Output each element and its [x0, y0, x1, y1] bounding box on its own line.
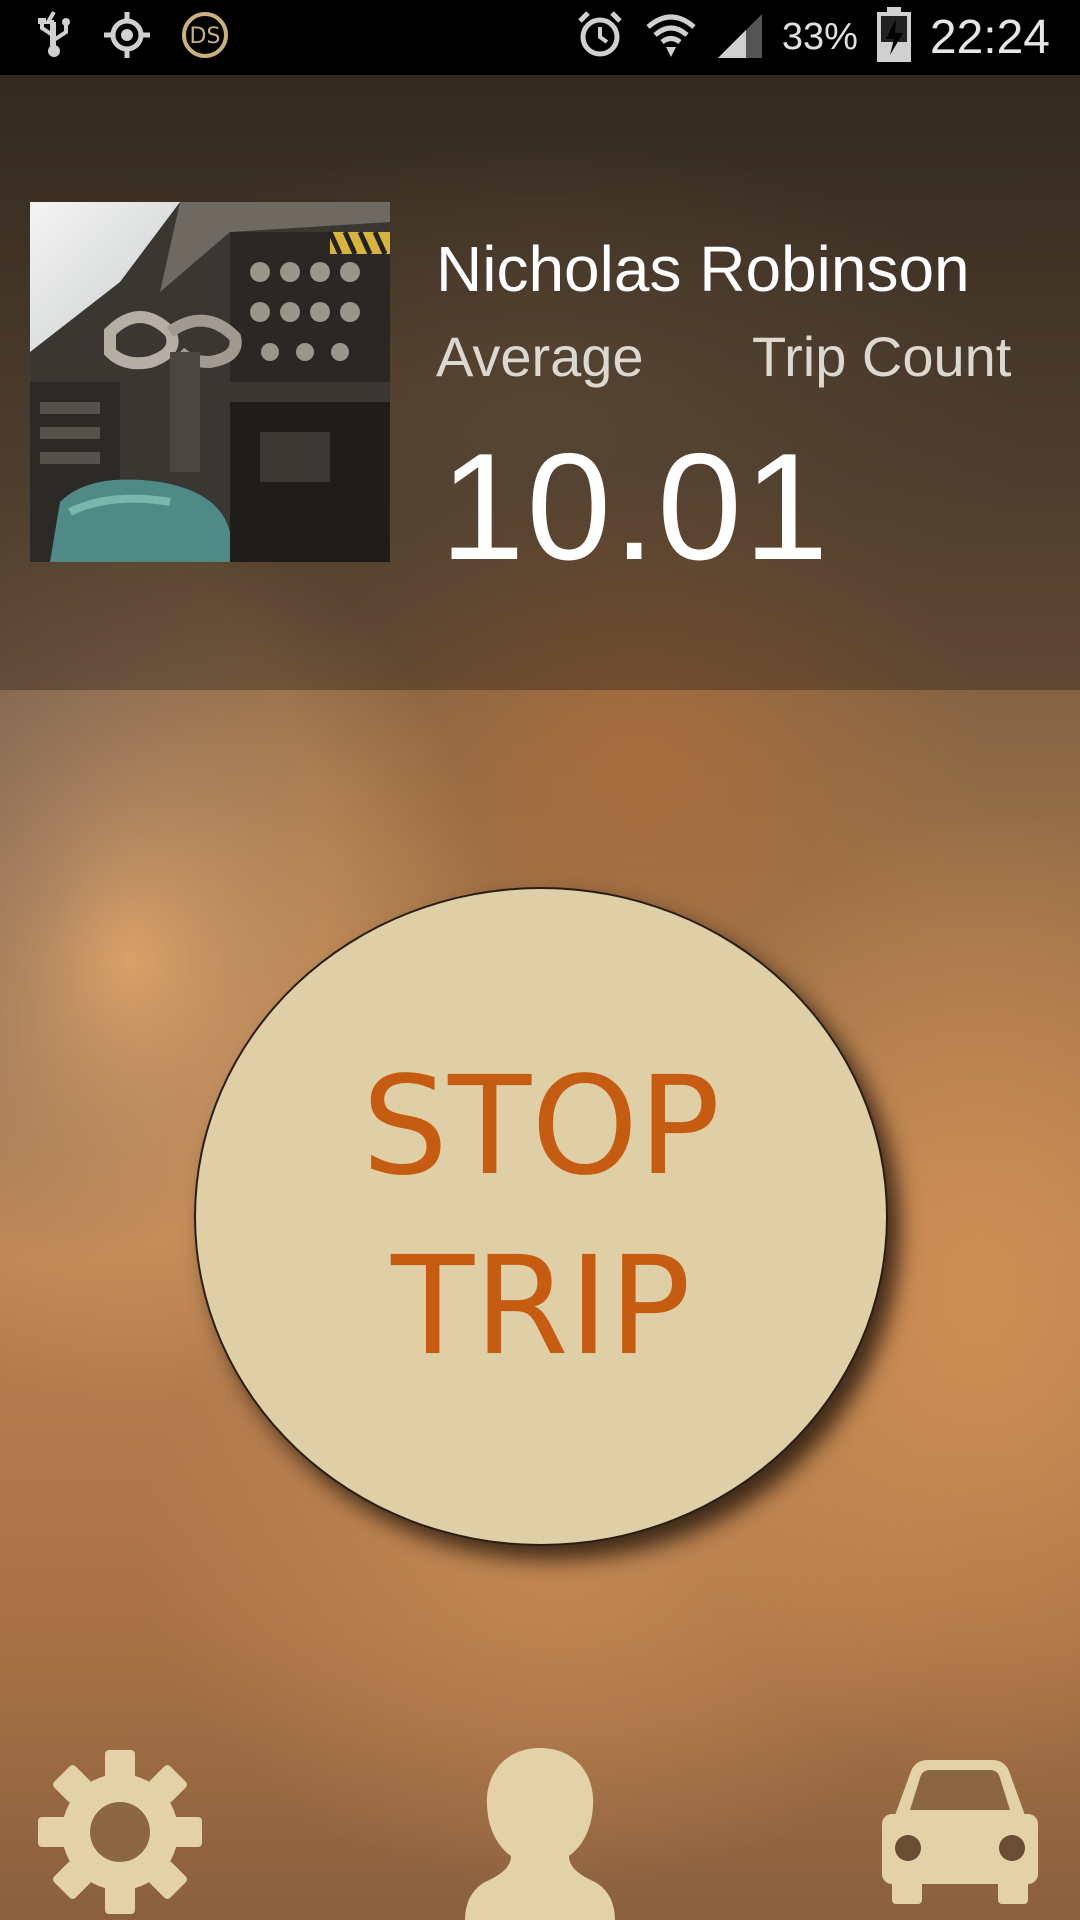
profile-icon — [465, 1748, 615, 1920]
battery-charging-icon — [876, 7, 912, 68]
settings-button[interactable] — [30, 1750, 210, 1920]
average-label: Average — [436, 325, 644, 388]
profile-button[interactable] — [465, 1744, 615, 1920]
user-name: Nicholas Robinson — [436, 233, 970, 305]
car-icon — [878, 1760, 1042, 1908]
trips-button[interactable] — [878, 1754, 1042, 1909]
bottom-nav — [0, 1730, 1080, 1920]
gps-icon — [102, 10, 152, 65]
clock: 22:24 — [929, 11, 1050, 64]
alarm-icon — [574, 9, 626, 66]
status-bar: DS 33% 22:24 — [0, 0, 1080, 75]
average-value: 10.01 — [440, 422, 831, 592]
signal-icon — [716, 10, 764, 65]
ds-icon: DS — [180, 10, 230, 65]
trip-button-line2: TRIP — [391, 1227, 691, 1386]
wifi-icon — [644, 9, 698, 66]
profile-photo[interactable] — [30, 202, 390, 562]
trip-button-line1: STOP — [361, 1047, 721, 1206]
trip-count-label: Trip Count — [752, 325, 1012, 388]
app-screen: DS 33% 22:24 Nicholas Robinson Average T… — [0, 0, 1080, 1920]
battery-percent: 33% — [781, 16, 858, 58]
svg-text:DS: DS — [190, 24, 221, 49]
stop-trip-button[interactable]: STOP TRIP — [194, 887, 888, 1546]
gear-icon — [30, 1750, 210, 1919]
usb-icon — [34, 10, 74, 65]
